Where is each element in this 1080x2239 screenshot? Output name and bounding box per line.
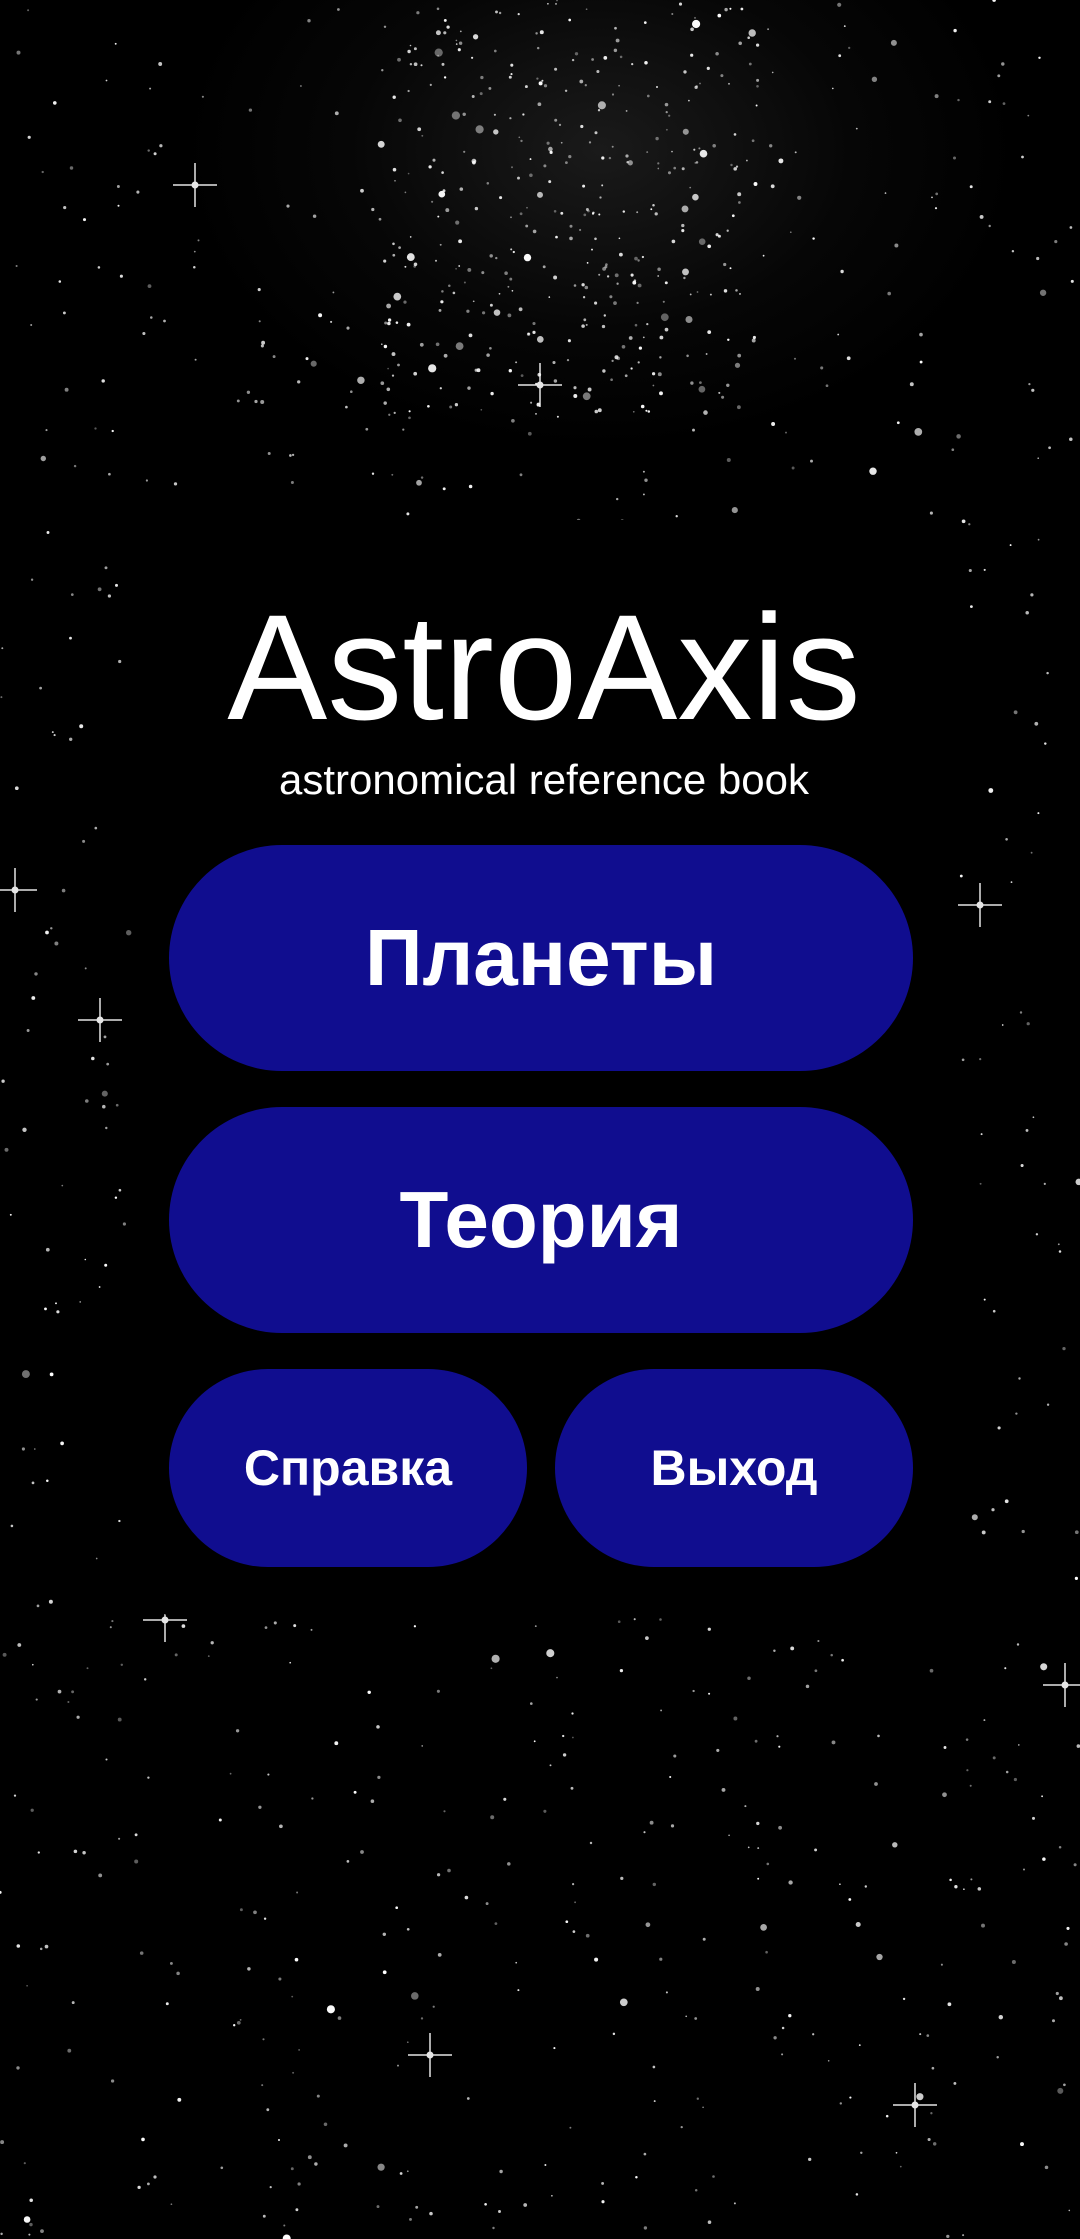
menu-card: AstroAxis astronomical reference book Пл… — [132, 520, 956, 1618]
exit-button[interactable]: Выход — [555, 1369, 913, 1567]
app-title: AstroAxis — [227, 583, 861, 751]
theory-button[interactable]: Теория — [169, 1107, 913, 1333]
help-button[interactable]: Справка — [169, 1369, 527, 1567]
planets-button[interactable]: Планеты — [169, 845, 913, 1071]
app-subtitle: astronomical reference book — [279, 756, 809, 803]
main-screen: AstroAxis astronomical reference book Пл… — [0, 0, 1080, 2239]
